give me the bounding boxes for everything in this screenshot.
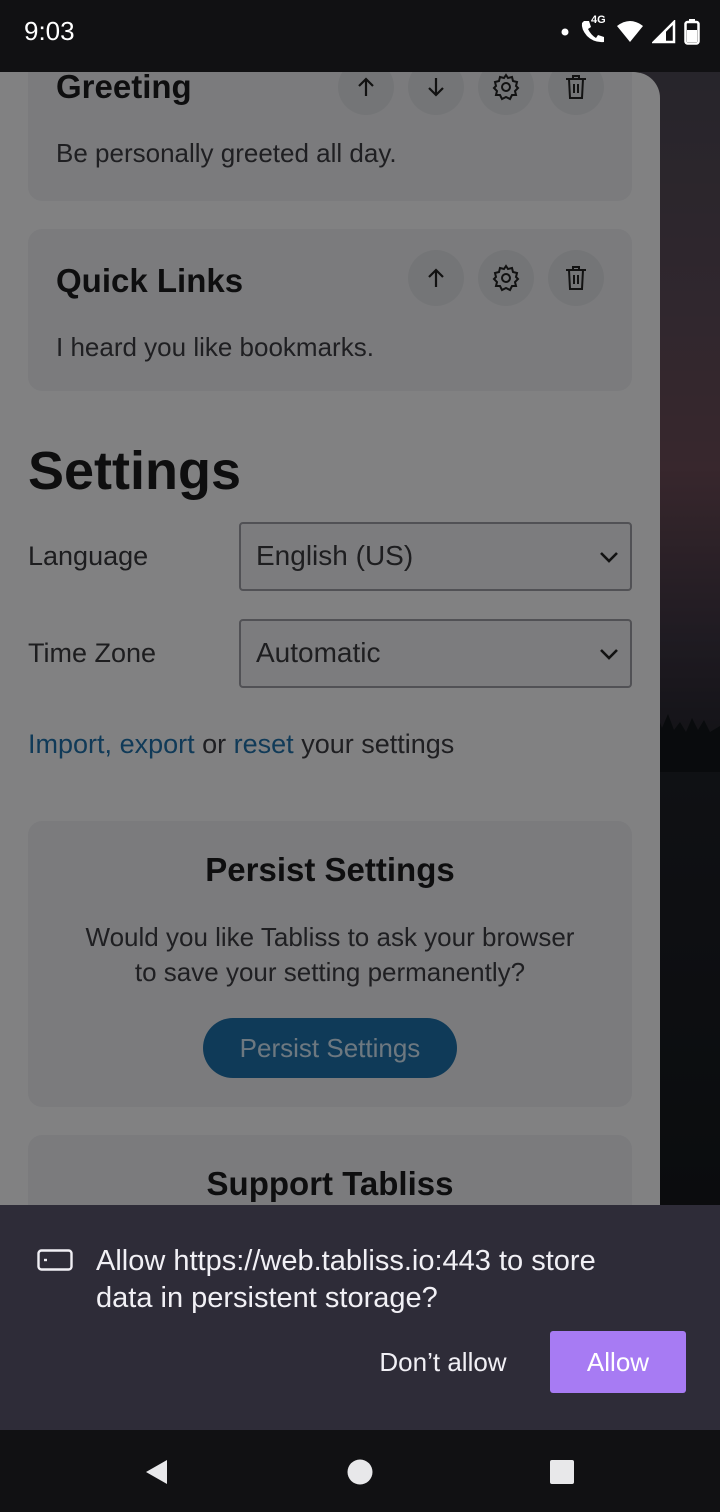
permission-message-line1: Allow https://web.tabliss.io:443 to stor…: [96, 1245, 596, 1277]
status-time: 9:03: [24, 16, 75, 46]
permission-message-line2: data in persistent storage?: [96, 1282, 438, 1314]
network-label: 4G: [591, 14, 606, 26]
modal-dim-overlay: [0, 72, 720, 1205]
storage-permission-prompt: Allow https://web.tabliss.io:443 to stor…: [0, 1205, 720, 1430]
battery-icon: [684, 19, 700, 45]
home-button[interactable]: [342, 1454, 378, 1490]
back-button[interactable]: [138, 1454, 174, 1490]
recents-button[interactable]: [544, 1454, 580, 1490]
cellular-signal-icon: [652, 20, 676, 44]
system-navigation-bar: [0, 1430, 720, 1512]
wifi-call-icon: 4G: [578, 14, 608, 47]
wifi-icon: [616, 20, 644, 44]
allow-button[interactable]: Allow: [550, 1331, 686, 1393]
permission-message: Allow https://web.tabliss.io:443 to stor…: [96, 1243, 696, 1317]
status-icons: 4G: [560, 14, 700, 48]
back-triangle-icon: [146, 1460, 167, 1484]
home-circle-icon: [347, 1459, 373, 1485]
notification-dot-icon: [560, 27, 570, 37]
recents-square-icon: [550, 1460, 574, 1484]
dont-allow-button[interactable]: Don’t allow: [364, 1331, 522, 1393]
storage-icon: [37, 1249, 73, 1271]
status-bar: 9:03 4G: [0, 0, 720, 72]
